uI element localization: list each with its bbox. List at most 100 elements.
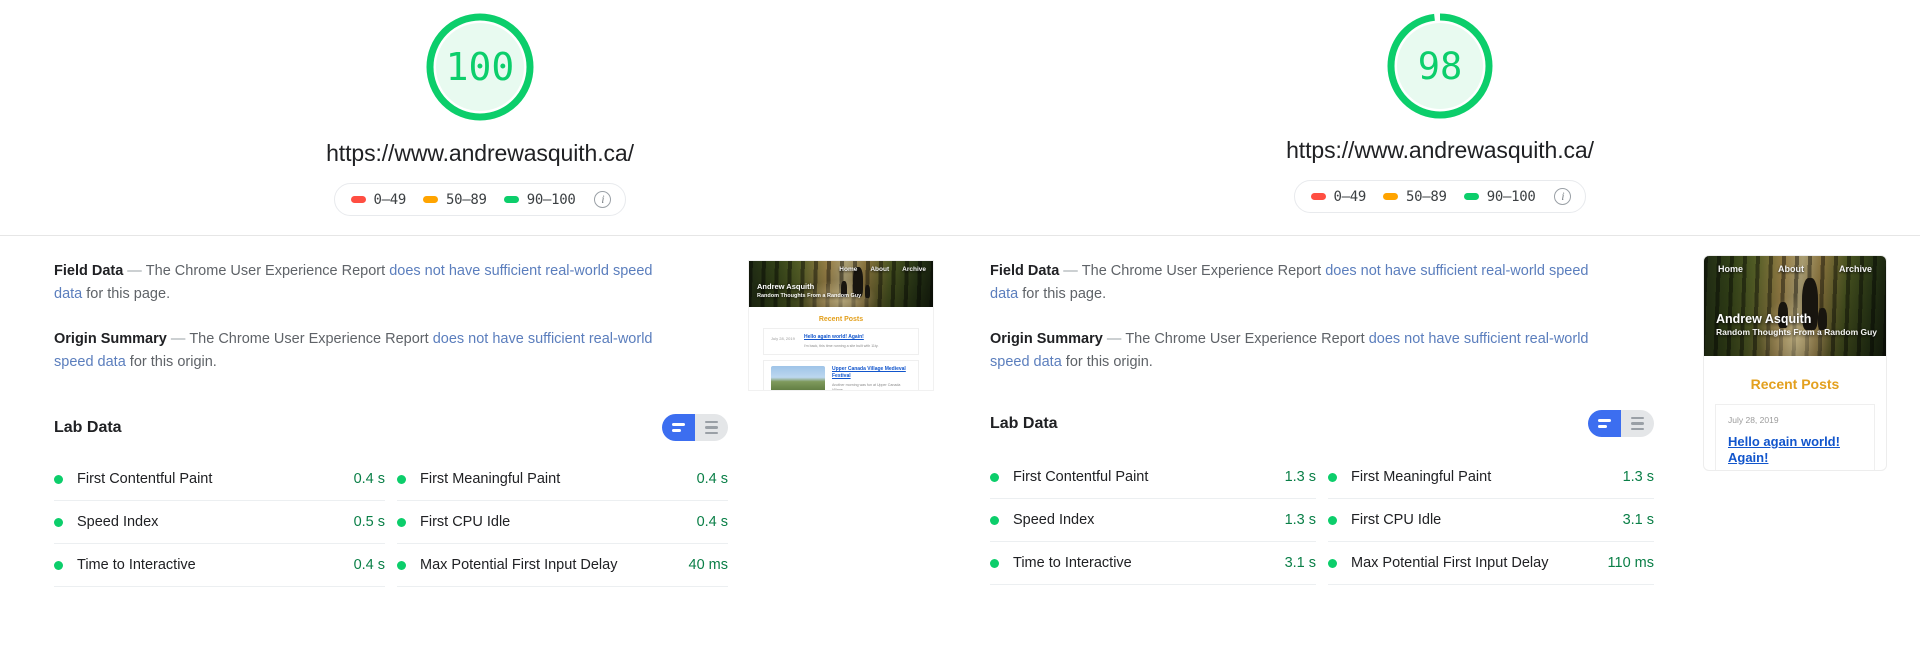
metric-name: Speed Index xyxy=(1013,512,1095,528)
thumbnail-post-title: Hello again world! Again! xyxy=(804,334,864,340)
lab-data-header-desktop: Lab Data xyxy=(54,414,728,441)
metric-name: Max Potential First Input Delay xyxy=(420,557,618,573)
metric-row[interactable]: Speed Index 0.5 s xyxy=(54,501,385,544)
metric-row[interactable]: First CPU Idle 3.1 s xyxy=(1328,499,1654,542)
metric-row[interactable]: Speed Index 1.3 s xyxy=(990,499,1316,542)
legend-dash-red-icon xyxy=(1310,193,1326,200)
origin-summary-dash-desktop: — xyxy=(170,331,186,347)
metric-value: 40 ms xyxy=(688,557,729,573)
thumbnail-nav-home: Home xyxy=(1718,264,1744,274)
thumbnail-site-title: Andrew Asquith xyxy=(1716,312,1812,326)
lab-data-title-desktop: Lab Data xyxy=(54,418,122,436)
field-data-paragraph-desktop: Field Data — The Chrome User Experience Re… xyxy=(54,260,674,306)
thumbnail-hero-desktop: Home About Archive Andrew Asquith Random… xyxy=(749,261,933,307)
thumbnail-nav-mobile: Home About Archive xyxy=(1718,264,1872,274)
origin-summary-text-before-desktop: The Chrome User Experience Report xyxy=(189,331,433,347)
toggle-bars-view-icon[interactable] xyxy=(1588,410,1621,437)
legend-label-90-100: 90–100 xyxy=(1486,188,1536,205)
metric-status-dot-icon xyxy=(397,517,406,527)
field-data-title-desktop: Field Data xyxy=(54,263,124,279)
lab-view-toggle-mobile[interactable] xyxy=(1588,410,1654,437)
thumbnail-titles-mobile: Andrew Asquith Random Thoughts From a Ra… xyxy=(1716,311,1877,338)
thumbnail-nav-archive: Archive xyxy=(902,266,926,273)
legend-label-0-49: 0–49 xyxy=(373,191,407,208)
thumbnail-post-card: July 28, 2019 Hello again world! Again! … xyxy=(763,328,919,355)
metric-name: Time to Interactive xyxy=(77,557,196,573)
metric-status-dot-icon xyxy=(1328,515,1337,525)
field-data-text-before-mobile: The Chrome User Experience Report xyxy=(1081,263,1326,279)
metric-name: First Meaningful Paint xyxy=(420,471,561,487)
thumbnail-recent-posts-heading: Recent Posts xyxy=(818,316,864,323)
metric-row[interactable]: First Contentful Paint 0.4 s xyxy=(54,458,385,501)
lab-metrics-column-right-mobile: First Meaningful Paint 1.3 s First CPU I… xyxy=(1328,456,1654,585)
toggle-list-view-icon[interactable] xyxy=(695,414,728,441)
metric-row[interactable]: First CPU Idle 0.4 s xyxy=(397,501,728,544)
metric-row[interactable]: First Meaningful Paint 1.3 s xyxy=(1328,456,1654,499)
thumbnail-post-title: Upper Canada Village Medieval Festival xyxy=(832,366,906,379)
page-url-mobile: https://www.andrewasquith.ca/ xyxy=(1286,137,1594,163)
metric-value: 1.3 s xyxy=(1622,469,1654,485)
field-data-text-after-desktop: for this page. xyxy=(82,286,171,302)
origin-summary-paragraph-desktop: Origin Summary — The Chrome User Experienc… xyxy=(54,328,674,374)
metric-status-dot-icon xyxy=(397,560,406,570)
lab-metrics-desktop: First Contentful Paint 0.4 s Speed Index… xyxy=(54,458,728,587)
toggle-bars-view-icon[interactable] xyxy=(662,414,695,441)
info-icon-mobile[interactable]: i xyxy=(1554,188,1572,205)
thumbnail-hero-mobile: Home About Archive Andrew Asquith Random… xyxy=(1704,256,1886,356)
lab-view-toggle-desktop[interactable] xyxy=(662,414,728,441)
legend-label-90-100: 90–100 xyxy=(526,191,576,208)
page-screenshot-thumbnail-mobile: Home About Archive Andrew Asquith Random… xyxy=(1704,256,1886,470)
metric-value: 3.1 s xyxy=(1284,555,1316,571)
thumbnail-nav-archive: Archive xyxy=(1838,264,1872,274)
metric-name: Max Potential First Input Delay xyxy=(1351,555,1549,571)
metric-status-dot-icon xyxy=(54,560,63,570)
metric-row[interactable]: Time to Interactive 3.1 s xyxy=(990,542,1316,585)
metric-value: 0.4 s xyxy=(696,514,728,530)
score-gauge-desktop: 100 xyxy=(421,8,539,126)
field-data-dash-mobile: — xyxy=(1063,263,1078,279)
metric-value: 0.4 s xyxy=(353,557,385,573)
thumbnail-recent-posts-heading: Recent Posts xyxy=(1750,376,1840,392)
metric-value: 0.4 s xyxy=(696,471,728,487)
summary-text-mobile: Field Data — The Chrome User Experience Re… xyxy=(990,260,1590,396)
metric-value: 3.1 s xyxy=(1622,512,1654,528)
field-data-text-before-desktop: The Chrome User Experience Report xyxy=(145,263,390,279)
metric-row[interactable]: Max Potential First Input Delay 110 ms xyxy=(1328,542,1654,585)
metric-row[interactable]: First Contentful Paint 1.3 s xyxy=(990,456,1316,499)
metric-row[interactable]: First Meaningful Paint 0.4 s xyxy=(397,458,728,501)
lab-metrics-column-right-desktop: First Meaningful Paint 0.4 s First CPU I… xyxy=(397,458,728,587)
metric-row[interactable]: Max Potential First Input Delay 40 ms xyxy=(397,544,728,587)
metric-status-dot-icon xyxy=(990,515,999,525)
summary-text-desktop: Field Data — The Chrome User Experience Re… xyxy=(54,260,674,396)
metric-name: First Contentful Paint xyxy=(1013,469,1149,485)
score-value-mobile: 98 xyxy=(1417,44,1463,88)
thumbnail-site-tagline: Random Thoughts From a Random Guy xyxy=(757,293,862,299)
metric-row[interactable]: Time to Interactive 0.4 s xyxy=(54,544,385,587)
metric-name: First CPU Idle xyxy=(420,514,511,530)
metric-value: 110 ms xyxy=(1607,555,1654,571)
legend-range-90-100: 90–100 xyxy=(1463,188,1536,205)
metric-name: First Meaningful Paint xyxy=(1351,469,1492,485)
lab-metrics-mobile: First Contentful Paint 1.3 s Speed Index… xyxy=(990,456,1654,585)
legend-label-50-89: 50–89 xyxy=(446,191,487,208)
score-legend-mobile: 0–49 50–89 90–100 i xyxy=(1293,180,1587,213)
field-data-paragraph-mobile: Field Data — The Chrome User Experience Re… xyxy=(990,260,1590,306)
origin-summary-dash-mobile: — xyxy=(1106,331,1122,347)
metric-name: Speed Index xyxy=(77,514,159,530)
thumbnail-post-excerpt: Another morning was fun at Upper Canada … xyxy=(832,383,901,391)
origin-summary-paragraph-mobile: Origin Summary — The Chrome User Experienc… xyxy=(990,328,1590,374)
info-icon-desktop[interactable]: i xyxy=(594,191,612,208)
thumbnail-nav-desktop: Home About Archive xyxy=(839,266,926,273)
metric-value: 0.5 s xyxy=(353,514,385,530)
origin-summary-text-before-mobile: The Chrome User Experience Report xyxy=(1125,331,1369,347)
field-data-dash-desktop: — xyxy=(127,263,142,279)
metric-status-dot-icon xyxy=(397,474,406,484)
legend-range-0-49: 0–49 xyxy=(350,191,407,208)
legend-range-90-100: 90–100 xyxy=(503,191,576,208)
metric-status-dot-icon xyxy=(1328,472,1337,482)
metric-value: 1.3 s xyxy=(1284,512,1316,528)
toggle-list-view-icon[interactable] xyxy=(1621,410,1654,437)
thumbnail-post-card: July 28, 2019 Hello again world! Again! xyxy=(1715,404,1875,470)
legend-dash-red-icon xyxy=(350,196,366,203)
score-header-desktop: 100 https://www.andrewasquith.ca/ 0–49 5… xyxy=(0,0,960,216)
